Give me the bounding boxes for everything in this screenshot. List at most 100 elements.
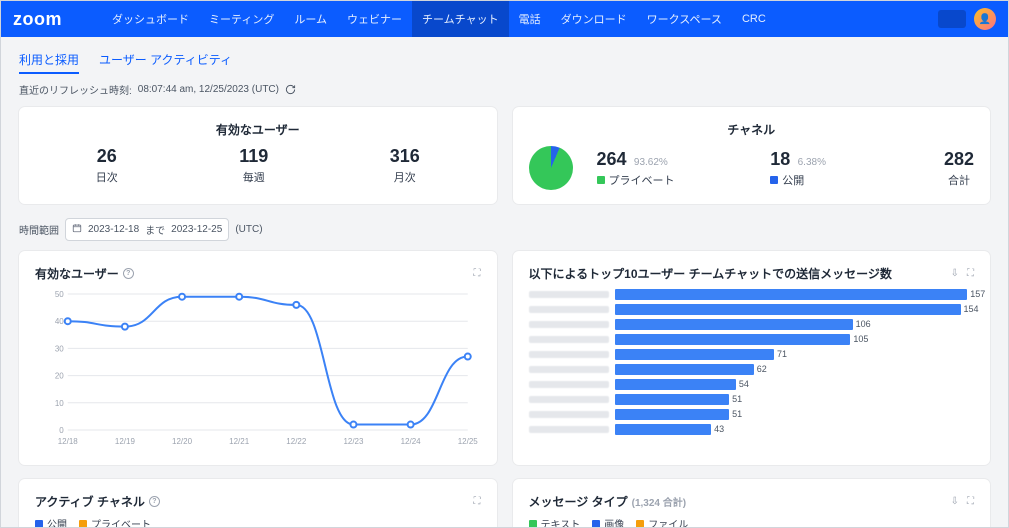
- nav-unknown-button[interactable]: [938, 10, 966, 28]
- bar-row: 51: [529, 408, 975, 420]
- date-to: 2023-12-25: [171, 224, 222, 235]
- bar-value: 105: [850, 334, 868, 345]
- refresh-label: 直近のリフレッシュ時刻:: [19, 82, 132, 97]
- bar-fill: [615, 409, 730, 420]
- nav-item-dashboard[interactable]: ダッシュボード: [102, 1, 199, 37]
- bar-row: 51: [529, 393, 975, 405]
- tab-usage-adoption[interactable]: 利用と採用: [19, 47, 79, 74]
- bar-user-label-redacted: [529, 366, 609, 373]
- bar-value: 51: [729, 409, 742, 420]
- legend-file: ファイル: [636, 516, 688, 527]
- bar-fill: [615, 319, 853, 330]
- refresh-icon[interactable]: [285, 84, 297, 96]
- bar-fill: [615, 289, 968, 300]
- bar-user-label-redacted: [529, 336, 609, 343]
- nav-item-webinar[interactable]: ウェビナー: [337, 1, 412, 37]
- avatar[interactable]: 👤: [974, 8, 996, 30]
- svg-text:12/21: 12/21: [229, 437, 250, 446]
- bar-row: 105: [529, 333, 975, 345]
- time-range-label: 時間範囲: [19, 222, 59, 237]
- download-icon[interactable]: ⇩: [951, 268, 959, 279]
- channel-public-label: 公開: [782, 172, 804, 188]
- bar-row: 71: [529, 348, 975, 360]
- svg-text:12/20: 12/20: [172, 437, 193, 446]
- date-sep: まで: [145, 222, 165, 237]
- bar-track: 71: [615, 349, 975, 360]
- expand-icon[interactable]: ⛶: [474, 496, 481, 507]
- svg-text:12/24: 12/24: [401, 437, 422, 446]
- bar-track: 51: [615, 409, 975, 420]
- tab-user-activity[interactable]: ユーザー アクティビティ: [99, 47, 232, 74]
- bar-value: 106: [853, 319, 871, 330]
- channel-public-value: 18: [770, 149, 790, 169]
- channel-public: 18 6.38% 公開: [770, 149, 920, 188]
- active-channels-legend: 公開 プライベート: [35, 516, 481, 527]
- metric-daily-value: 26: [96, 146, 118, 167]
- date-from: 2023-12-18: [88, 224, 139, 235]
- expand-icon[interactable]: ⛶: [967, 268, 974, 279]
- nav-item-phone[interactable]: 電話: [509, 1, 551, 37]
- expand-icon[interactable]: ⛶: [474, 268, 481, 279]
- bar-value: 157: [967, 289, 985, 300]
- metric-weekly-label: 毎週: [239, 169, 268, 185]
- message-type-legend: テキスト 画像 ファイル: [529, 516, 975, 527]
- metric-monthly: 316 月次: [390, 146, 420, 185]
- bar-track: 154: [615, 304, 975, 315]
- bar-fill: [615, 304, 961, 315]
- nav-item-download[interactable]: ダウンロード: [551, 1, 637, 37]
- bar-row: 157: [529, 288, 975, 300]
- metric-daily-label: 日次: [96, 169, 118, 185]
- bar-fill: [615, 379, 736, 390]
- svg-text:50: 50: [55, 290, 64, 299]
- channel-title: チャネル: [529, 121, 975, 138]
- nav-item-meeting[interactable]: ミーティング: [199, 1, 284, 37]
- message-type-subtitle: (1,324 合計): [632, 494, 686, 509]
- bar-user-label-redacted: [529, 291, 609, 298]
- bar-row: 154: [529, 303, 975, 315]
- refresh-time: 08:07:44 am, 12/25/2023 (UTC): [138, 84, 279, 95]
- bar-user-label-redacted: [529, 396, 609, 403]
- bar-value: 54: [736, 379, 749, 390]
- bar-value: 62: [754, 364, 767, 375]
- nav-item-workspace[interactable]: ワークスペース: [637, 1, 732, 37]
- bar-user-label-redacted: [529, 351, 609, 358]
- calendar-icon: [72, 223, 82, 236]
- channel-private-label: プライベート: [609, 172, 675, 188]
- bar-user-label-redacted: [529, 306, 609, 313]
- svg-text:12/18: 12/18: [58, 437, 79, 446]
- legend-public: 公開: [35, 516, 67, 527]
- bar-row: 62: [529, 363, 975, 375]
- bar-user-label-redacted: [529, 321, 609, 328]
- square-icon: [636, 520, 644, 528]
- nav-item-team-chat[interactable]: チームチャット: [412, 1, 509, 37]
- nav-item-room[interactable]: ルーム: [284, 1, 337, 37]
- info-icon[interactable]: ?: [149, 496, 160, 507]
- square-icon: [35, 520, 43, 528]
- bar-track: 157: [615, 289, 975, 300]
- bar-value: 154: [961, 304, 979, 315]
- bar-track: 43: [615, 424, 975, 435]
- metric-monthly-label: 月次: [390, 169, 420, 185]
- date-range-input[interactable]: 2023-12-18 まで 2023-12-25: [65, 218, 229, 241]
- square-icon: [597, 176, 605, 184]
- line-chart-title: 有効なユーザー: [35, 265, 119, 282]
- nav-item-crc[interactable]: CRC: [732, 1, 776, 37]
- bar-user-label-redacted: [529, 411, 609, 418]
- metric-weekly-value: 119: [239, 146, 268, 167]
- bar-track: 105: [615, 334, 975, 345]
- bar-fill: [615, 424, 712, 435]
- square-icon: [529, 520, 537, 528]
- nav-right: 👤: [938, 8, 996, 30]
- legend-image-label: 画像: [604, 516, 624, 527]
- bar-track: 51: [615, 394, 975, 405]
- legend-text-label: テキスト: [541, 516, 581, 527]
- channel-private-pct: 93.62%: [634, 157, 668, 168]
- channel-pie-chart: [529, 146, 573, 190]
- active-users-chart-card: 有効なユーザー ? ⛶ 0102030405012/1812/1912/2012…: [19, 251, 497, 465]
- channel-private: 264 93.62% プライベート: [597, 149, 747, 188]
- download-icon[interactable]: ⇩: [951, 496, 959, 507]
- bar-row: 54: [529, 378, 975, 390]
- info-icon[interactable]: ?: [123, 268, 134, 279]
- bar-value: 51: [729, 394, 742, 405]
- expand-icon[interactable]: ⛶: [967, 496, 974, 507]
